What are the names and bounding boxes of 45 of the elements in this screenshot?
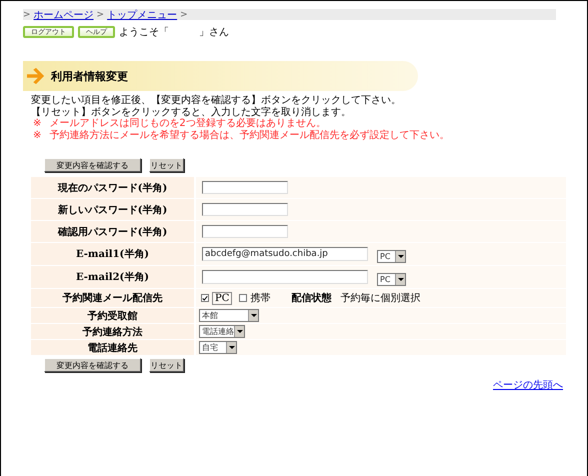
- checkbox[interactable]: [201, 294, 209, 302]
- page-title: 利用者情報変更: [51, 68, 128, 84]
- checkbox-label: PC: [212, 292, 232, 304]
- password-field[interactable]: [202, 181, 288, 194]
- field-label: 予約受取館: [31, 308, 194, 323]
- field-label: 現在のパスワード(半角): [31, 177, 194, 198]
- checkbox-label: 携帯: [250, 292, 270, 305]
- dropdown[interactable]: 電話連絡: [199, 325, 245, 338]
- breadcrumb-link[interactable]: トップメニュー: [107, 8, 178, 22]
- instruction-text: 【リセット】ボタンをクリックすると、入力した文字を取り消します。: [31, 106, 351, 118]
- field-label: 確認用パスワード(半角): [31, 221, 194, 242]
- field-label: 電話連絡先: [31, 340, 194, 355]
- welcome-text: ようこそ「: [119, 26, 169, 39]
- arrow-icon: [25, 67, 47, 85]
- welcome-text: 」さん: [199, 26, 229, 39]
- instruction-text: メールアドレスは同じものを2つ登録する必要はありません。: [49, 118, 326, 130]
- password-field[interactable]: [202, 203, 288, 216]
- breadcrumb-link[interactable]: ホームページ: [34, 8, 94, 22]
- form-button[interactable]: リセット: [149, 358, 184, 372]
- instruction-text: 変更したい項目を修正後、【変更内容を確認する】ボタンをクリックして下さい。: [31, 95, 401, 106]
- status-value: 予約毎に個別選択: [340, 292, 420, 305]
- instruction-text: 予約連絡方法にメールを希望する場合は、予約関連メール配信先を必ず設定して下さい。: [49, 130, 450, 141]
- device-dropdown[interactable]: PC: [377, 250, 406, 262]
- page-top-link[interactable]: ページの先頭へ: [493, 378, 563, 392]
- breadcrumb-separator: >: [23, 10, 31, 20]
- field-label: 新しいパスワード(半角): [31, 199, 194, 220]
- password-field[interactable]: [202, 225, 288, 238]
- dropdown[interactable]: 自宅: [199, 341, 237, 354]
- dropdown[interactable]: 本館: [199, 309, 259, 322]
- breadcrumb-separator: >: [96, 10, 104, 20]
- field-label: 予約連絡方法: [31, 324, 194, 339]
- breadcrumb-separator: >: [180, 10, 188, 20]
- email-field[interactable]: abcdefg@matsudo.chiba.jp: [202, 247, 368, 261]
- checkbox[interactable]: [239, 294, 248, 302]
- field-label: E-mail2(半角): [31, 266, 194, 288]
- note-mark: ※: [33, 118, 42, 130]
- device-dropdown[interactable]: PC: [377, 272, 406, 286]
- status-label: 配信状態: [291, 292, 332, 305]
- field-label: E-mail1(半角): [31, 243, 194, 265]
- form-button[interactable]: 変更内容を確認する: [44, 358, 141, 372]
- note-mark: ※: [33, 130, 42, 141]
- field-label: 予約関連メール配信先: [31, 289, 194, 307]
- form-button[interactable]: 変更内容を確認する: [44, 158, 141, 172]
- form-button[interactable]: リセット: [149, 158, 184, 172]
- email-field[interactable]: [202, 270, 368, 284]
